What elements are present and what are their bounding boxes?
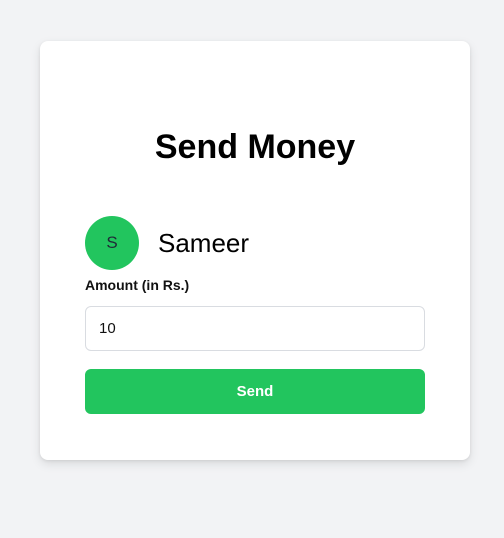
- send-money-card: Send Money S Sameer Amount (in Rs.) Send: [40, 41, 470, 460]
- send-button[interactable]: Send: [85, 369, 425, 414]
- avatar-initial: S: [106, 233, 118, 252]
- page-title: Send Money: [154, 128, 356, 166]
- recipient-name: Sameer: [158, 227, 250, 258]
- avatar: S: [85, 216, 139, 270]
- amount-label: Amount (in Rs.): [85, 277, 190, 293]
- recipient-row: S Sameer: [85, 216, 249, 270]
- amount-input[interactable]: [85, 306, 425, 351]
